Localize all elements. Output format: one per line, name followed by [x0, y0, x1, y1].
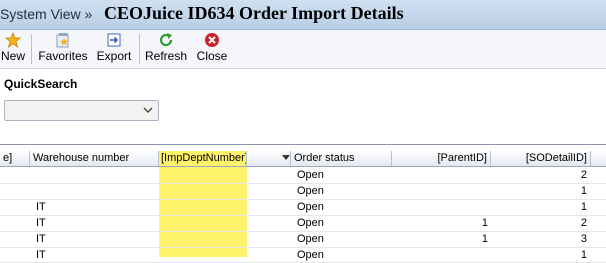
- column-header-impdeptnumber[interactable]: [ImpDeptNumber]: [159, 151, 247, 166]
- status-cell: Open: [297, 217, 324, 229]
- parentid-cell: [392, 199, 488, 215]
- warehouse-cell: IT: [36, 201, 46, 213]
- new-label: New: [0, 49, 25, 63]
- export-icon: [107, 33, 121, 47]
- export-button[interactable]: Export: [94, 30, 134, 68]
- dropdown-arrow-icon[interactable]: [282, 155, 290, 160]
- panel-divider: [0, 144, 606, 145]
- title-bar: System View » CEOJuice ID634 Order Impor…: [0, 0, 606, 30]
- refresh-button[interactable]: Refresh: [144, 30, 188, 68]
- refresh-icon: [159, 33, 173, 47]
- sodetailid-cell: 3: [580, 233, 587, 245]
- table-row[interactable]: Open 1: [0, 183, 606, 200]
- toolbar-separator: [31, 34, 32, 64]
- status-cell: Open: [297, 249, 324, 261]
- sodetailid-cell: 2: [580, 169, 587, 181]
- favorites-label: Favorites: [38, 49, 88, 63]
- sodetailid-cell: 1: [580, 201, 587, 213]
- toolbar-separator: [139, 34, 140, 64]
- favorites-icon: [56, 33, 69, 48]
- close-label: Close: [196, 49, 228, 63]
- column-header-sodetailid[interactable]: [SODetailID]: [491, 151, 591, 166]
- warehouse-cell: IT: [36, 233, 46, 245]
- star-icon: [5, 32, 21, 48]
- export-label: Export: [96, 49, 132, 63]
- close-button[interactable]: Close: [194, 30, 230, 68]
- column-header-warehouse-number[interactable]: Warehouse number: [30, 151, 159, 166]
- close-icon: [205, 33, 219, 47]
- refresh-label: Refresh: [144, 49, 188, 63]
- data-grid: e] Warehouse number [ImpDeptNumber] Orde…: [0, 151, 606, 263]
- table-row[interactable]: IT Open 1: [0, 247, 606, 263]
- parentid-cell: [392, 247, 488, 263]
- column-header-order-status[interactable]: Order status: [291, 151, 392, 166]
- sodetailid-cell: 2: [580, 217, 587, 229]
- breadcrumb[interactable]: System View »: [0, 6, 92, 22]
- quicksearch-dropdown[interactable]: [4, 100, 159, 121]
- column-header[interactable]: e]: [0, 151, 30, 166]
- new-button[interactable]: New: [0, 30, 26, 68]
- status-cell: Open: [297, 233, 324, 245]
- quicksearch-label: QuickSearch: [4, 77, 78, 91]
- warehouse-cell: IT: [36, 249, 46, 261]
- status-cell: Open: [297, 201, 324, 213]
- table-row[interactable]: IT Open 1 3: [0, 231, 606, 248]
- page-title: CEOJuice ID634 Order Import Details: [104, 3, 404, 23]
- favorites-button[interactable]: Favorites: [36, 30, 90, 68]
- parentid-cell: 1: [481, 217, 488, 229]
- table-row[interactable]: IT Open 1 2: [0, 215, 606, 232]
- warehouse-cell: IT: [36, 217, 46, 229]
- sodetailid-cell: 1: [580, 249, 587, 261]
- parentid-cell: [392, 183, 488, 199]
- status-cell: Open: [297, 169, 324, 181]
- status-cell: Open: [297, 185, 324, 197]
- grid-header: e] Warehouse number [ImpDeptNumber] Orde…: [0, 151, 606, 167]
- table-row[interactable]: Open 2: [0, 167, 606, 184]
- column-header-parentid[interactable]: [ParentID]: [392, 151, 491, 166]
- sodetailid-cell: 1: [580, 185, 587, 197]
- table-row[interactable]: IT Open 1: [0, 199, 606, 216]
- chevron-down-icon: [143, 107, 153, 113]
- parentid-cell: 1: [481, 233, 488, 245]
- toolbar: New Favorites Export Refresh Close: [0, 30, 606, 69]
- column-filter-area[interactable]: [247, 151, 291, 166]
- parentid-cell: [392, 167, 488, 183]
